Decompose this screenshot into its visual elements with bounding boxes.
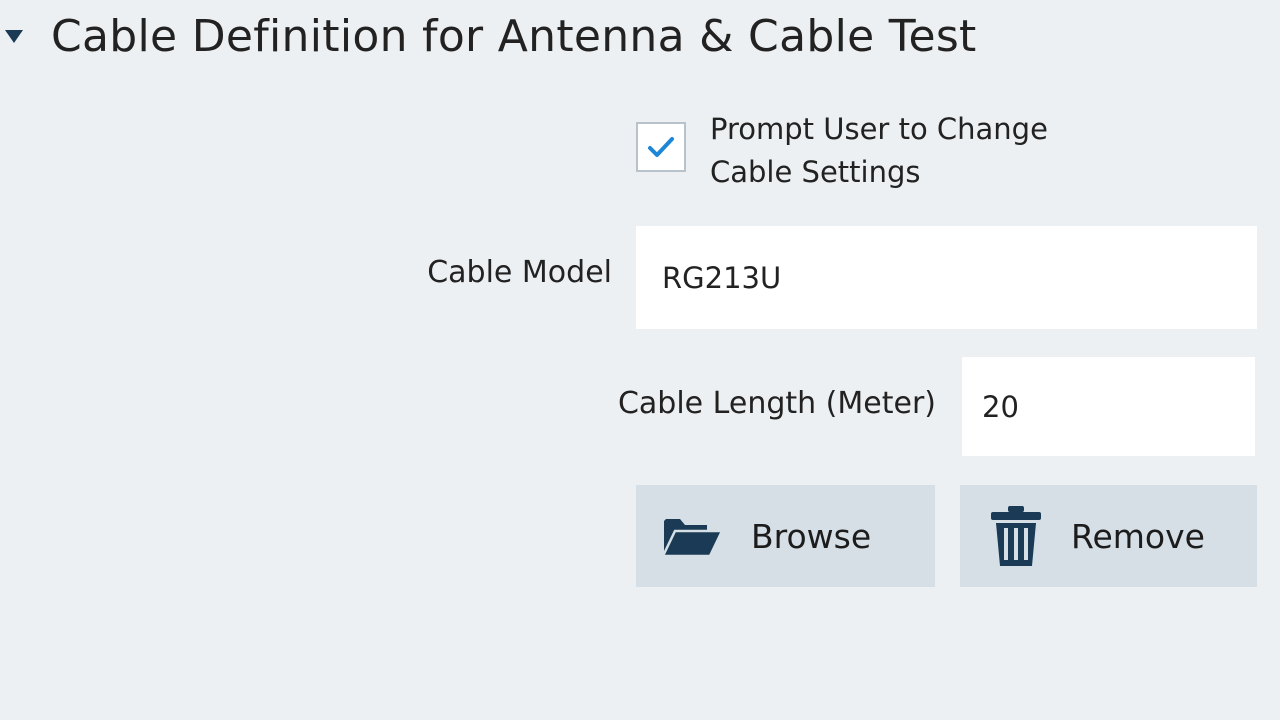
section-header[interactable]: Cable Definition for Antenna & Cable Tes… xyxy=(0,6,977,66)
trash-icon xyxy=(990,504,1042,568)
browse-button-label: Browse xyxy=(751,516,872,556)
remove-button[interactable]: Remove xyxy=(960,485,1257,587)
folder-open-icon xyxy=(661,513,723,559)
cable-length-label: Cable Length (Meter) xyxy=(617,386,936,421)
cable-model-label: Cable Model xyxy=(427,255,612,290)
browse-button[interactable]: Browse xyxy=(636,485,935,587)
prompt-user-checkbox[interactable] xyxy=(636,122,686,172)
prompt-user-checkbox-row[interactable]: Prompt User to Change Cable Settings xyxy=(636,108,1130,194)
caret-down-icon[interactable] xyxy=(5,29,23,43)
cable-model-input[interactable] xyxy=(636,226,1257,329)
remove-button-label: Remove xyxy=(1071,516,1205,556)
cable-length-input[interactable] xyxy=(962,357,1255,456)
section-title: Cable Definition for Antenna & Cable Tes… xyxy=(51,10,977,62)
checkmark-icon xyxy=(648,137,674,157)
prompt-user-label: Prompt User to Change Cable Settings xyxy=(710,112,1048,189)
